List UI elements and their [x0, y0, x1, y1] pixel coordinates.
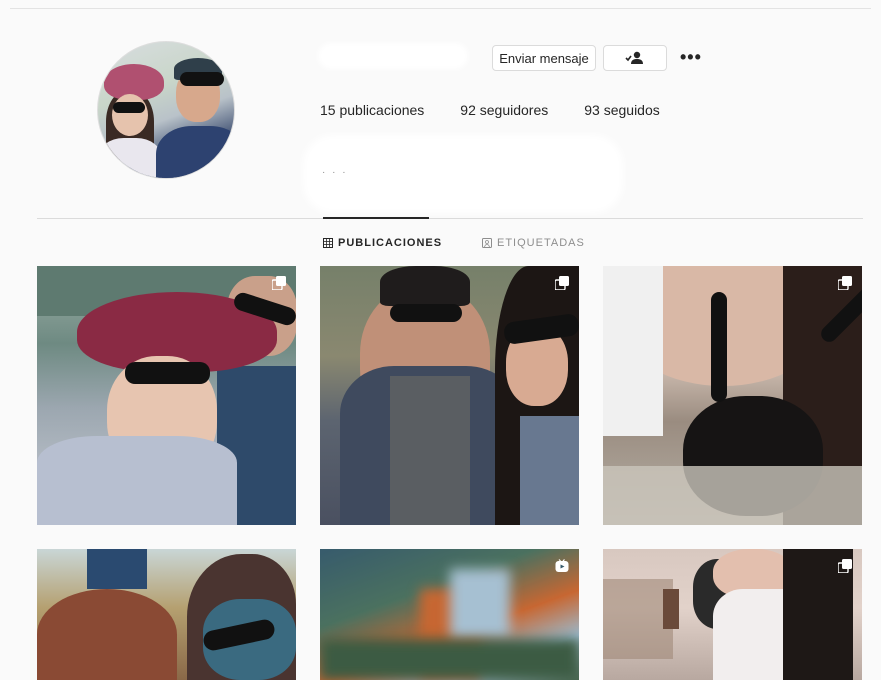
multiple-photos-icon: [271, 276, 286, 291]
profile-stats: 15 publicaciones 92 seguidores 93 seguid…: [320, 102, 696, 118]
post-thumbnail[interactable]: [603, 266, 862, 525]
censor-bar: [180, 72, 224, 86]
more-options-icon[interactable]: •••: [680, 48, 702, 66]
post-thumbnail[interactable]: [320, 549, 579, 680]
multiple-photos-icon: [837, 559, 852, 574]
tab-label: PUBLICACIONES: [338, 237, 443, 249]
post-thumbnail[interactable]: [320, 266, 579, 525]
following-count[interactable]: 93 seguidos: [584, 102, 660, 118]
profile-avatar[interactable]: [97, 41, 235, 179]
post-thumbnail[interactable]: [603, 549, 862, 680]
bio-text: · · ·: [322, 167, 348, 178]
post-thumbnail[interactable]: [37, 549, 296, 680]
tagged-icon: [482, 238, 492, 248]
tabs-divider: [37, 218, 863, 219]
censor-bar: [711, 292, 727, 402]
censor-bar: [113, 102, 145, 113]
multiple-photos-icon: [837, 276, 852, 291]
tab-label: ETIQUETADAS: [497, 237, 585, 249]
post-thumbnail[interactable]: [37, 266, 296, 525]
bio-redacted: [303, 135, 623, 213]
following-button[interactable]: [603, 45, 667, 71]
grid-icon: [323, 238, 333, 248]
send-message-button[interactable]: Enviar mensaje: [492, 45, 596, 71]
tab-etiquetadas[interactable]: ETIQUETADAS: [482, 237, 585, 249]
followers-count[interactable]: 92 seguidores: [460, 102, 548, 118]
top-divider: [10, 8, 871, 9]
active-tab-indicator: [323, 217, 429, 219]
person-check-icon: [625, 51, 643, 64]
censor-bar: [390, 304, 462, 322]
multiple-photos-icon: [554, 276, 569, 291]
censor-bar: [125, 362, 210, 384]
posts-count: 15 publicaciones: [320, 102, 425, 118]
username-redacted: [318, 43, 468, 69]
video-icon: [555, 559, 569, 573]
tab-publicaciones[interactable]: PUBLICACIONES: [323, 237, 442, 249]
